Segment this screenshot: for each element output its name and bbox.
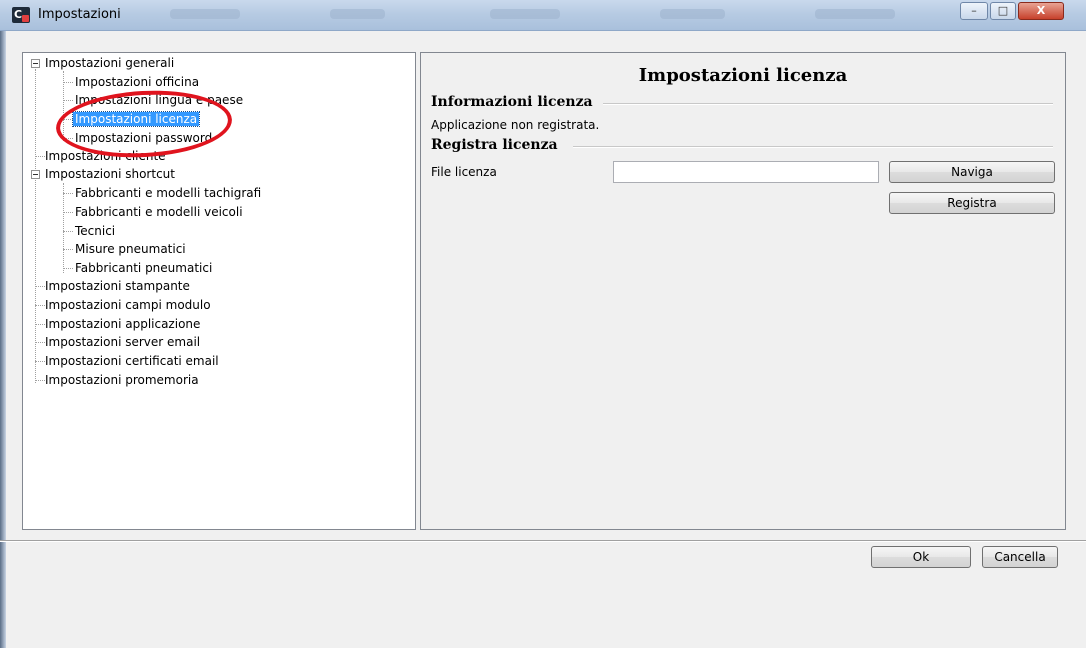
collapse-icon[interactable]	[31, 170, 40, 179]
background-blur	[815, 9, 895, 19]
section-divider	[603, 103, 1053, 105]
minimize-button[interactable]: –	[960, 2, 988, 20]
window-title: Impostazioni	[38, 7, 121, 22]
cancel-button[interactable]: Cancella	[982, 546, 1058, 568]
tree-item-impostazioni-promemoria[interactable]: Impostazioni promemoria	[43, 371, 201, 389]
maximize-button[interactable]: □	[990, 2, 1016, 20]
tree-item-misure-pneumatici[interactable]: Misure pneumatici	[73, 240, 188, 258]
collapse-icon[interactable]	[31, 59, 40, 68]
footer-separator	[0, 540, 1086, 542]
tree-item-impostazioni-cliente[interactable]: Impostazioni cliente	[43, 147, 168, 165]
tree-connector	[63, 119, 73, 120]
background-blur	[170, 9, 240, 19]
page-title: Impostazioni licenza	[638, 65, 848, 86]
tree-connector	[63, 268, 73, 269]
tree-item-impostazioni-applicazione[interactable]: Impostazioni applicazione	[43, 315, 202, 333]
tree-item-fabbricanti-pneumatici[interactable]: Fabbricanti pneumatici	[73, 259, 214, 277]
tree-item-impostazioni-campi-modulo[interactable]: Impostazioni campi modulo	[43, 296, 213, 314]
window-edge	[0, 30, 6, 648]
tree-item-impostazioni-password[interactable]: Impostazioni password	[73, 129, 214, 147]
section-title-info: Informazioni licenza	[431, 94, 593, 110]
browse-button[interactable]: Naviga	[889, 161, 1055, 183]
tree-item-fabbricanti-veicoli[interactable]: Fabbricanti e modelli veicoli	[73, 203, 245, 221]
tree-item-impostazioni-stampante[interactable]: Impostazioni stampante	[43, 277, 192, 295]
background-blur	[330, 9, 385, 19]
tree-item-impostazioni-officina[interactable]: Impostazioni officina	[73, 73, 201, 91]
tree-connector	[35, 69, 36, 383]
tree-item-tecnici[interactable]: Tecnici	[73, 222, 117, 240]
section-divider	[573, 146, 1053, 148]
close-icon: X	[1036, 4, 1046, 17]
title-bar: C Impostazioni – □ X	[0, 0, 1086, 31]
tree-item-fabbricanti-tachigrafi[interactable]: Fabbricanti e modelli tachigrafi	[73, 184, 263, 202]
background-blur	[660, 9, 725, 19]
tree-item-impostazioni-server-email[interactable]: Impostazioni server email	[43, 333, 202, 351]
background-blur	[490, 9, 560, 19]
tree-connector	[63, 138, 73, 139]
tree-connector	[63, 183, 64, 273]
license-file-label: File licenza	[431, 165, 497, 179]
section-title-register: Registra licenza	[431, 137, 558, 153]
registration-status: Applicazione non registrata.	[431, 118, 600, 132]
tree-connector	[63, 100, 73, 101]
tree-item-impostazioni-lingua[interactable]: Impostazioni lingua e paese	[73, 91, 245, 109]
register-button[interactable]: Registra	[889, 192, 1055, 214]
tree-connector	[63, 249, 73, 250]
tree-item-impostazioni-shortcut[interactable]: Impostazioni shortcut	[43, 165, 177, 183]
tree-item-impostazioni-certificati-email[interactable]: Impostazioni certificati email	[43, 352, 221, 370]
tree-item-impostazioni-generali[interactable]: Impostazioni generali	[43, 54, 176, 72]
tree-connector	[63, 212, 73, 213]
settings-tree[interactable]: Impostazioni generali Impostazioni offic…	[22, 52, 416, 530]
tree-connector	[63, 231, 73, 232]
app-icon: C	[12, 7, 30, 23]
minimize-icon: –	[971, 4, 977, 17]
tree-connector	[63, 193, 73, 194]
tree-item-impostazioni-licenza[interactable]: Impostazioni licenza	[71, 110, 201, 128]
ok-button[interactable]: Ok	[871, 546, 971, 568]
maximize-icon: □	[997, 4, 1009, 17]
license-settings-panel: Impostazioni licenza Informazioni licenz…	[420, 52, 1066, 530]
close-button[interactable]: X	[1018, 2, 1064, 20]
tree-connector	[63, 82, 73, 83]
license-file-input[interactable]	[613, 161, 879, 183]
